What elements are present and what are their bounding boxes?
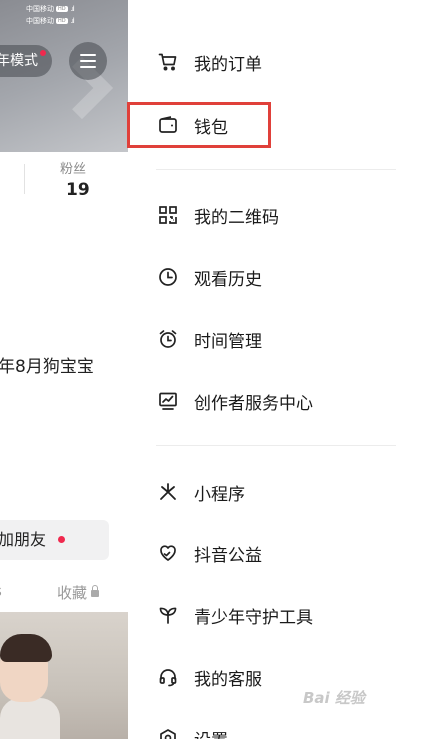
menu-item-qr-code[interactable]: 我的二维码 xyxy=(128,189,425,241)
menu-item-label: 我的客服 xyxy=(194,669,262,690)
menu-item-history[interactable]: 观看历史 xyxy=(128,251,425,303)
menu-item-label: 时间管理 xyxy=(194,331,262,352)
stat-divider xyxy=(24,164,25,194)
menu-item-label: 观看历史 xyxy=(194,269,262,290)
status-carrier-1: 中国移动 HD .ıl xyxy=(26,5,75,13)
profile-bio: 年8月狗宝宝 xyxy=(0,357,94,377)
cart-icon xyxy=(158,52,178,72)
menu-item-mini-program[interactable]: 小程序 xyxy=(128,466,425,518)
sprout-icon xyxy=(158,605,178,625)
qr-code-icon xyxy=(158,205,178,225)
menu-item-label: 抖音公益 xyxy=(194,545,262,566)
menu-item-label: 创作者服务中心 xyxy=(194,393,313,414)
tab-partial[interactable]: s xyxy=(0,582,2,600)
menu-item-label: 我的订单 xyxy=(194,54,262,75)
mini-program-icon xyxy=(158,482,178,502)
charity-heart-icon xyxy=(158,543,178,563)
menu-item-settings[interactable]: 设置 xyxy=(128,712,425,739)
menu-item-orders[interactable]: 我的订单 xyxy=(128,36,425,88)
menu-item-time-management[interactable]: 时间管理 xyxy=(128,313,425,365)
menu-item-label: 小程序 xyxy=(194,484,245,505)
wallet-highlight-box xyxy=(127,102,271,148)
menu-item-label: 青少年守护工具 xyxy=(194,607,313,628)
headset-icon xyxy=(158,667,178,687)
creator-chart-icon xyxy=(158,391,178,411)
lock-icon xyxy=(91,585,100,597)
add-friend-button[interactable]: 加朋友 xyxy=(0,520,109,560)
notification-dot xyxy=(40,50,46,56)
menu-item-label: 设置 xyxy=(194,726,228,739)
menu-item-youth-protection[interactable]: 青少年守护工具 xyxy=(128,589,425,641)
clock-icon xyxy=(158,267,178,287)
fans-count[interactable]: 19 xyxy=(66,180,90,200)
alarm-icon xyxy=(158,329,178,349)
menu-item-charity[interactable]: 抖音公益 xyxy=(128,527,425,579)
profile-background: 中国移动 HD .ıl 中国移动 HD .ıl 年模式 粉丝 19 年8月狗宝宝 加朋友… xyxy=(0,0,128,739)
fans-label: 粉丝 xyxy=(60,162,87,177)
menu-item-customer-service[interactable]: 我的客服 xyxy=(128,651,425,703)
video-thumbnail[interactable] xyxy=(0,612,128,739)
menu-item-label: 我的二维码 xyxy=(194,207,279,228)
menu-divider xyxy=(156,445,396,446)
menu-item-creator-center[interactable]: 创作者服务中心 xyxy=(128,375,425,427)
watermark: Bai 经验 xyxy=(303,689,365,707)
status-carrier-2: 中国移动 HD .ıl xyxy=(26,17,75,25)
hamburger-menu-icon[interactable] xyxy=(69,42,107,80)
menu-divider xyxy=(156,169,396,170)
notification-dot xyxy=(58,536,65,543)
tab-favorites[interactable]: 收藏 xyxy=(57,582,100,603)
settings-icon xyxy=(158,728,178,739)
mode-button[interactable]: 年模式 xyxy=(0,45,52,77)
